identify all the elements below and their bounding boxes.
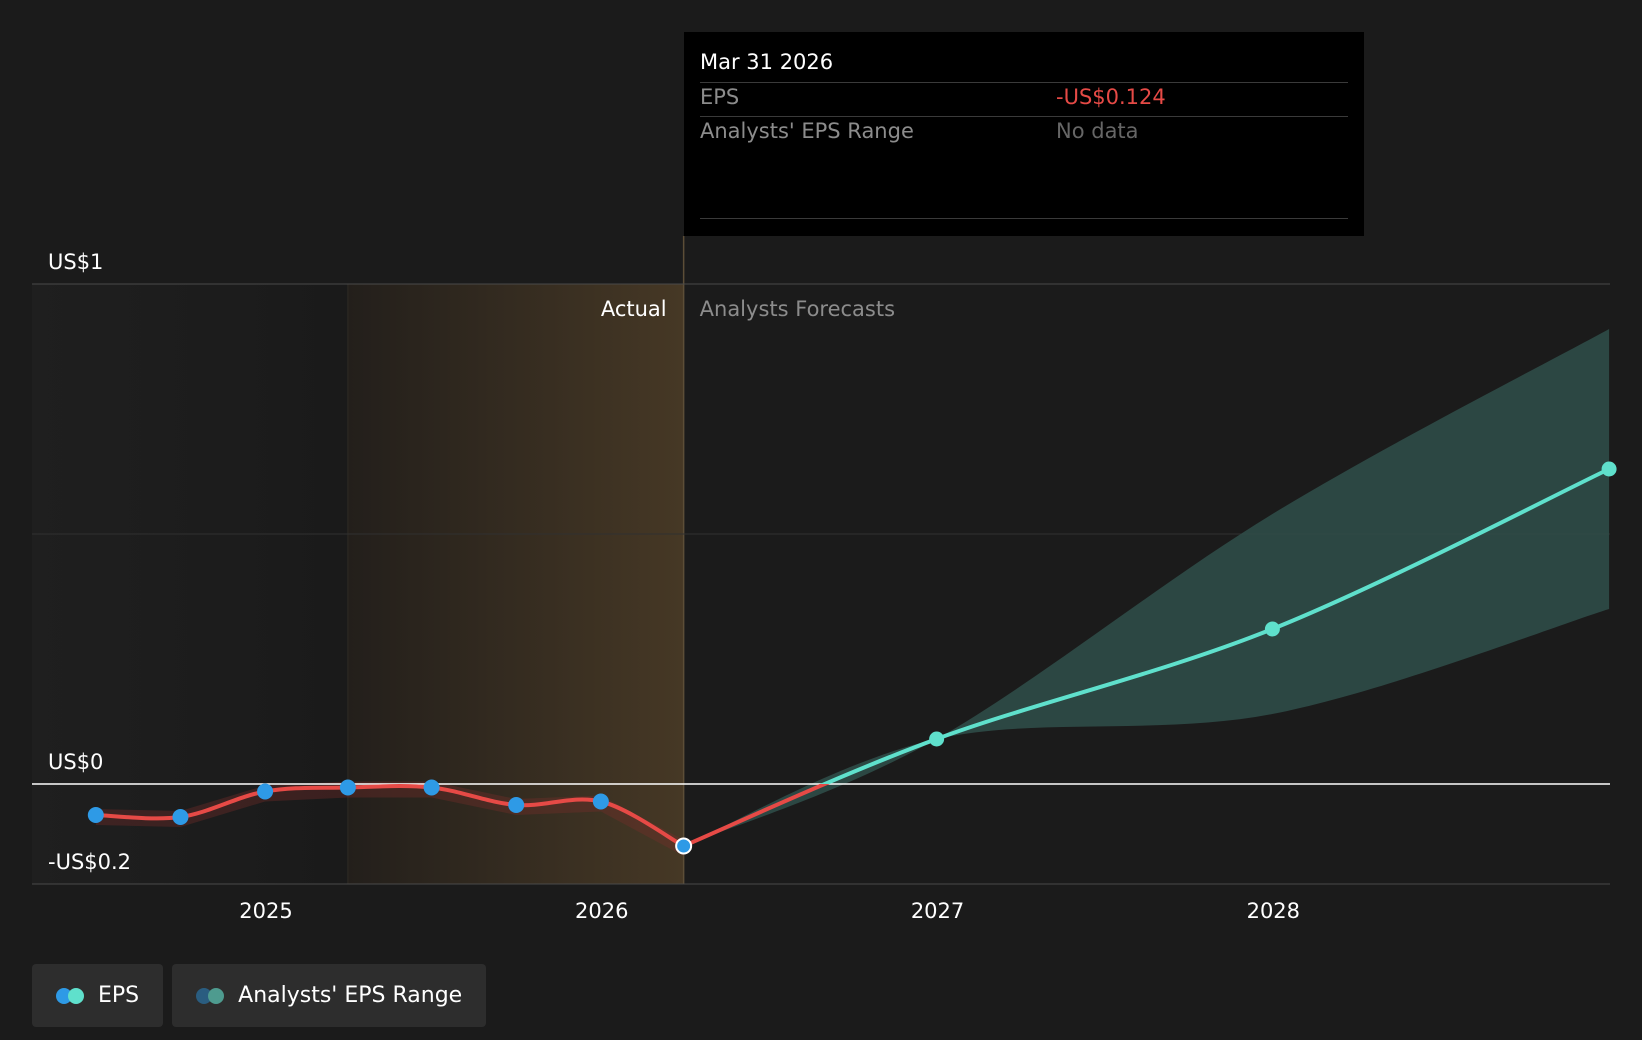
forecast-range-band xyxy=(683,329,1610,846)
actual-section-label: Actual xyxy=(601,297,667,321)
y-axis-label: US$1 xyxy=(48,250,103,274)
legend-item-eps-range[interactable]: Analysts' EPS Range xyxy=(172,964,487,1027)
eps-actual-point xyxy=(87,807,104,823)
y-axis-label: -US$0.2 xyxy=(48,850,131,874)
y-axis-label: US$0 xyxy=(48,750,103,774)
eps-actual-point xyxy=(592,793,609,810)
eps-chart-view: US$1 US$0 -US$0.2 2025 2026 2027 2028 Actual Ana… xyxy=(0,0,1642,1040)
eps-actual-point xyxy=(339,779,356,796)
tooltip-eps-value: -US$0.124 xyxy=(1056,85,1166,109)
eps-highlight-point xyxy=(675,837,693,855)
legend-label: EPS xyxy=(98,983,140,1008)
tooltip-divider xyxy=(700,218,1348,219)
x-tick-label: 2027 xyxy=(911,899,964,923)
tooltip-date: Mar 31 2026 xyxy=(700,50,834,74)
eps-forecast-point xyxy=(1264,621,1280,637)
eps-forecast-point xyxy=(929,731,945,747)
eps-actual-point xyxy=(508,797,525,813)
eps-forecast-point xyxy=(1601,461,1617,477)
eps-actual-point xyxy=(172,809,189,825)
eps-legend-icon xyxy=(56,987,86,1005)
forecast-section-label: Analysts Forecasts xyxy=(700,297,895,321)
eps-actual-point xyxy=(423,779,440,796)
x-tick-label: 2025 xyxy=(239,899,292,923)
tooltip-divider xyxy=(700,82,1348,83)
legend-item-eps[interactable]: EPS xyxy=(32,964,164,1027)
x-tick-label: 2026 xyxy=(575,899,628,923)
eps-actual-point xyxy=(257,783,274,800)
tooltip-range-value: No data xyxy=(1056,119,1139,143)
tooltip-eps-label: EPS xyxy=(700,85,740,109)
eps-range-legend-icon xyxy=(196,987,226,1005)
legend-label: Analysts' EPS Range xyxy=(238,983,463,1008)
x-tick-label: 2028 xyxy=(1247,899,1300,923)
tooltip-range-label: Analysts' EPS Range xyxy=(700,119,914,143)
tooltip: Mar 31 2026 EPS -US$0.124 Analysts' EPS … xyxy=(684,32,1364,236)
legend: EPS Analysts' EPS Range xyxy=(32,964,487,1027)
tooltip-divider xyxy=(700,116,1348,117)
